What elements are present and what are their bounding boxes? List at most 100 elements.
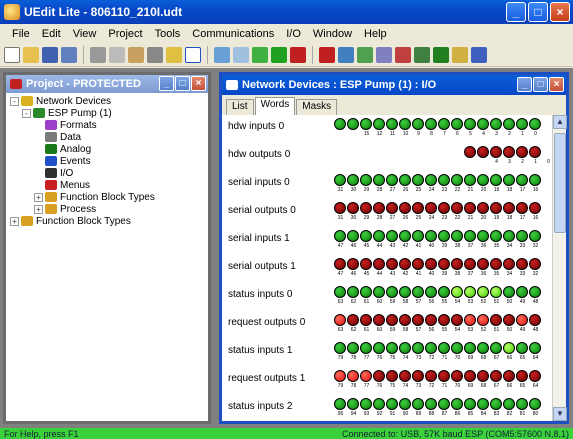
bit-led-indicator[interactable] [477,174,489,186]
project-window-title-bar[interactable]: Project - PROTECTED _ □ × [6,75,208,93]
bit-led-indicator[interactable] [464,286,476,298]
menu-file[interactable]: File [6,28,36,40]
tree-item[interactable]: Data [8,131,206,143]
bit-led-indicator[interactable] [451,370,463,382]
bit-led-indicator[interactable] [438,342,450,354]
bit-led-indicator[interactable] [529,342,541,354]
bit-led-indicator[interactable] [503,118,515,130]
bit-led-indicator[interactable] [516,314,528,326]
bit-led-indicator[interactable] [503,342,515,354]
bit-led-indicator[interactable] [490,398,502,410]
image-icon[interactable] [357,46,373,63]
bit-led-indicator[interactable] [425,118,437,130]
bit-led-indicator[interactable] [438,118,450,130]
bit-led-indicator[interactable] [490,370,502,382]
tree-item[interactable]: Analog [8,143,206,155]
menu-tools[interactable]: Tools [149,28,187,40]
bit-led-indicator[interactable] [334,258,346,270]
chart-icon[interactable] [338,46,354,63]
bit-led-indicator[interactable] [412,258,424,270]
project-maximize-button[interactable]: □ [175,76,190,91]
bit-led-indicator[interactable] [347,258,359,270]
bit-led-indicator[interactable] [360,174,372,186]
bit-led-indicator[interactable] [490,258,502,270]
bit-led-indicator[interactable] [438,398,450,410]
menu-window[interactable]: Window [307,28,358,40]
bit-led-indicator[interactable] [386,230,398,242]
tab-masks[interactable]: Masks [296,99,338,115]
bit-led-indicator[interactable] [477,230,489,242]
bit-led-indicator[interactable] [347,230,359,242]
bit-led-indicator[interactable] [412,202,424,214]
bit-led-indicator[interactable] [503,146,515,158]
bit-led-indicator[interactable] [373,314,385,326]
play-icon[interactable] [233,46,249,63]
grid-icon[interactable] [433,46,449,63]
new-file-icon[interactable] [4,46,20,63]
bit-led-indicator[interactable] [347,174,359,186]
bit-led-indicator[interactable] [490,202,502,214]
bit-led-indicator[interactable] [490,342,502,354]
tree-item[interactable]: + Function Block Types [8,191,206,203]
bit-led-indicator[interactable] [399,174,411,186]
bit-led-indicator[interactable] [386,398,398,410]
report-icon[interactable] [452,46,468,63]
bit-led-indicator[interactable] [386,258,398,270]
bit-led-indicator[interactable] [438,258,450,270]
bit-led-indicator[interactable] [451,258,463,270]
bit-led-indicator[interactable] [503,286,515,298]
menu-edit[interactable]: Edit [36,28,67,40]
bit-led-indicator[interactable] [516,118,528,130]
close-button[interactable]: × [550,2,570,22]
bit-led-indicator[interactable] [373,174,385,186]
network-icon[interactable] [376,46,392,63]
bit-led-indicator[interactable] [334,398,346,410]
connect-icon[interactable] [214,46,230,63]
bit-led-indicator[interactable] [399,258,411,270]
bit-led-indicator[interactable] [412,118,424,130]
bit-led-indicator[interactable] [529,146,541,158]
bit-led-indicator[interactable] [334,118,346,130]
bit-led-indicator[interactable] [529,230,541,242]
bit-led-indicator[interactable] [334,286,346,298]
bit-led-indicator[interactable] [516,146,528,158]
settings-icon[interactable] [414,46,430,63]
bit-led-indicator[interactable] [438,370,450,382]
tree-item[interactable]: I/O [8,167,206,179]
bit-led-indicator[interactable] [373,342,385,354]
bit-led-indicator[interactable] [373,286,385,298]
bit-led-indicator[interactable] [412,174,424,186]
tree-item[interactable]: Menus [8,179,206,191]
bit-led-indicator[interactable] [334,202,346,214]
bit-led-indicator[interactable] [477,202,489,214]
tree-item[interactable]: - ESP Pump (1) [8,107,206,119]
vertical-scrollbar[interactable]: ▲ ▼ [552,115,567,421]
cut-icon[interactable] [90,46,106,63]
bit-led-indicator[interactable] [399,314,411,326]
bit-led-indicator[interactable] [347,118,359,130]
expand-icon[interactable]: + [10,216,19,226]
bit-led-indicator[interactable] [477,370,489,382]
bit-led-indicator[interactable] [399,230,411,242]
network-window-title-bar[interactable]: Network Devices : ESP Pump (1) : I/O _ □… [222,75,566,95]
bit-led-indicator[interactable] [412,370,424,382]
bit-led-indicator[interactable] [360,314,372,326]
bit-led-indicator[interactable] [399,370,411,382]
stop-sign-icon[interactable] [319,46,335,63]
bit-led-indicator[interactable] [347,202,359,214]
diagnostic-icon[interactable] [395,46,411,63]
bit-led-indicator[interactable] [425,286,437,298]
bit-led-indicator[interactable] [334,230,346,242]
bit-led-indicator[interactable] [373,230,385,242]
tree-item[interactable]: - Network Devices [8,95,206,107]
bit-led-indicator[interactable] [425,230,437,242]
bit-led-indicator[interactable] [373,202,385,214]
bit-led-indicator[interactable] [529,118,541,130]
scroll-up-arrow-icon[interactable]: ▲ [553,115,567,129]
tree-item[interactable]: + Process [8,203,206,215]
tree-item[interactable]: + Function Block Types [8,215,206,227]
bit-led-indicator[interactable] [334,342,346,354]
bit-led-indicator[interactable] [451,118,463,130]
bit-led-indicator[interactable] [334,174,346,186]
bit-led-indicator[interactable] [438,314,450,326]
